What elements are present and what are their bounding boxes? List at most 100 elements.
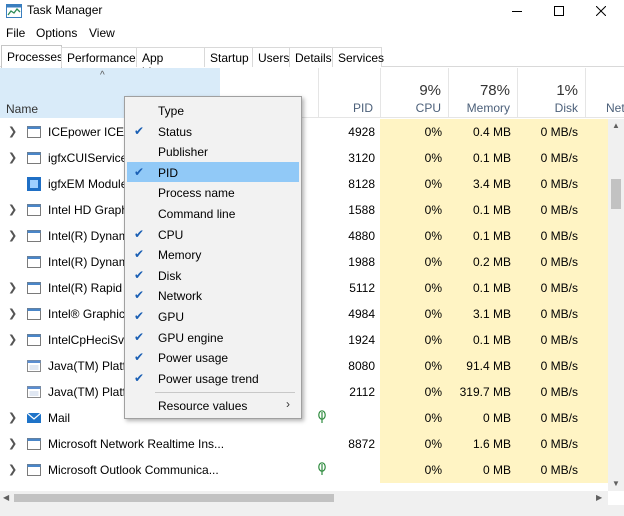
process-disk: 0 MB/s: [540, 333, 578, 347]
chevron-right-icon[interactable]: ❯: [8, 411, 17, 424]
tab-details[interactable]: Details: [289, 47, 333, 67]
process-pid: 5112: [349, 281, 375, 295]
table-row[interactable]: ❯ igfxCUIService M 3120 0% 0.1 MB 0 MB/s: [0, 145, 608, 171]
horizontal-scroll-thumb[interactable]: [14, 494, 334, 502]
process-cpu: 0%: [424, 229, 442, 243]
app-window-icon: [27, 255, 41, 269]
process-pid: 3120: [348, 151, 375, 165]
context-menu-item[interactable]: ✔ GPU: [127, 306, 299, 326]
process-cpu: 0%: [424, 203, 442, 217]
process-pid: 4928: [348, 125, 375, 139]
minimize-button[interactable]: [496, 0, 538, 22]
process-pid: 2112: [349, 385, 375, 399]
context-menu-item[interactable]: ✔ Status: [127, 121, 299, 141]
context-menu-item[interactable]: ✔ Power usage trend: [127, 368, 299, 388]
title-bar[interactable]: Task Manager: [0, 0, 624, 22]
process-memory: 0.1 MB: [472, 229, 511, 243]
vertical-scrollbar[interactable]: ▲ ▼: [608, 119, 624, 491]
table-row[interactable]: ❯ Intel HD Graphi 1588 0% 0.1 MB 0 MB/s: [0, 197, 608, 223]
menu-options[interactable]: Options: [36, 26, 77, 40]
chevron-right-icon[interactable]: ❯: [8, 229, 17, 242]
vertical-scroll-thumb[interactable]: [611, 179, 621, 209]
maximize-button[interactable]: [538, 0, 580, 22]
menu-file[interactable]: File: [6, 26, 25, 40]
chevron-right-icon[interactable]: ❯: [8, 281, 17, 294]
tab-processes[interactable]: Processes: [1, 45, 63, 68]
menu-view[interactable]: View: [89, 26, 115, 40]
scroll-right-icon[interactable]: ▶: [596, 493, 602, 502]
process-name: Intel® Graphics: [48, 307, 131, 321]
table-row[interactable]: ❯ Microsoft Outlook Communica... 0% 0 MB 0 M…: [0, 457, 608, 483]
context-menu-label: PID: [158, 165, 179, 180]
process-name: Java(TM) Platfo: [48, 359, 133, 373]
network-column-label: Net: [606, 101, 624, 115]
table-row[interactable]: ❯ Intel(R) Rapid St 5112 0% 0.1 MB 0 MB/s: [0, 275, 608, 301]
cpu-column-header[interactable]: 9% CPU: [380, 68, 448, 118]
cpu-total-value: 9%: [419, 82, 441, 99]
tab-startup[interactable]: Startup: [204, 47, 253, 67]
table-row[interactable]: ❯ Microsoft Network Realtime Ins... 8872 0%…: [0, 431, 608, 457]
context-menu-item[interactable]: ✔ Network: [127, 285, 299, 305]
tab-services[interactable]: Services: [332, 47, 384, 67]
context-menu-item[interactable]: Type: [127, 100, 299, 120]
table-row[interactable]: Java(TM) Platfo 2112 0% 319.7 MB 0 MB/s: [0, 379, 608, 405]
process-pid: 4984: [348, 307, 375, 321]
context-menu-label: Resource values: [158, 399, 248, 413]
process-disk: 0 MB/s: [540, 385, 578, 399]
context-menu-label: Type: [158, 104, 185, 118]
context-menu-label: Network: [158, 289, 203, 304]
context-menu-item[interactable]: ✔ Disk: [127, 265, 299, 285]
checkmark-icon: ✔: [134, 267, 145, 282]
chevron-right-icon[interactable]: ❯: [8, 203, 17, 216]
table-row[interactable]: ❯ ICEpower ICEso 4928 0% 0.4 MB 0 MB/s: [0, 119, 608, 145]
context-menu-item[interactable]: Process name: [127, 182, 299, 202]
context-menu-label: Power usage trend: [158, 371, 259, 386]
table-row[interactable]: Intel(R) Dynami 1988 0% 0.2 MB 0 MB/s: [0, 249, 608, 275]
memory-column-header[interactable]: 78% Memory: [448, 68, 517, 118]
close-button[interactable]: [580, 0, 622, 22]
chevron-right-icon[interactable]: ❯: [8, 151, 17, 164]
process-pid: 8128: [348, 177, 375, 191]
table-row[interactable]: Java(TM) Platfo 8080 0% 91.4 MB 0 MB/s: [0, 353, 608, 379]
scroll-down-icon[interactable]: ▼: [612, 479, 620, 488]
chevron-right-icon[interactable]: ❯: [8, 437, 17, 450]
context-menu-item[interactable]: Resource values ›: [127, 395, 299, 415]
table-row[interactable]: ❯ Mail 0% 0 MB 0 MB/s: [0, 405, 608, 431]
context-menu-item[interactable]: ✔ Memory: [127, 244, 299, 264]
task-manager-icon: [6, 4, 22, 18]
network-column-header[interactable]: Net: [585, 68, 624, 118]
column-context-menu: Type ✔ Status Publisher ✔ PID Process name Comm…: [124, 96, 302, 419]
chevron-right-icon[interactable]: ❯: [8, 463, 17, 476]
pid-column-header[interactable]: PID: [318, 68, 380, 118]
scroll-up-icon[interactable]: ▲: [612, 121, 620, 130]
disk-column-header[interactable]: 1% Disk: [517, 68, 585, 118]
table-row[interactable]: igfxEM Module 8128 0% 3.4 MB 0 MB/s: [0, 171, 608, 197]
disk-total-value: 1%: [556, 82, 578, 99]
process-memory: 0.1 MB: [472, 281, 511, 295]
table-row[interactable]: ❯ Intel(R) Dynami 4880 0% 0.1 MB 0 MB/s: [0, 223, 608, 249]
chevron-right-icon[interactable]: ❯: [8, 307, 17, 320]
context-menu-label: Status: [158, 124, 193, 139]
checkmark-icon: ✔: [134, 329, 145, 344]
context-menu-item[interactable]: Command line: [127, 203, 299, 223]
table-row[interactable]: ❯ IntelCpHeciSvc 1924 0% 0.1 MB 0 MB/s: [0, 327, 608, 353]
tab-users[interactable]: Users: [252, 47, 290, 67]
context-menu-label: Command line: [158, 207, 236, 221]
context-menu-item[interactable]: ✔ GPU engine: [127, 327, 299, 347]
horizontal-scrollbar[interactable]: ◀ ▶: [0, 491, 608, 505]
context-menu-item[interactable]: ✔ CPU: [127, 224, 299, 244]
context-menu-item[interactable]: ✔ PID: [127, 161, 299, 182]
app-window-icon: [27, 463, 41, 477]
context-menu-item[interactable]: ✔ Power usage: [127, 347, 299, 367]
process-cpu: 0%: [424, 177, 442, 191]
chevron-right-icon[interactable]: ❯: [8, 333, 17, 346]
scroll-left-icon[interactable]: ◀: [3, 493, 9, 502]
tab-performance[interactable]: Performance: [61, 47, 137, 67]
table-row[interactable]: ❯ Intel® Graphics 4984 0% 3.1 MB 0 MB/s: [0, 301, 608, 327]
process-name: Mail: [48, 411, 71, 425]
tab-app-history[interactable]: App history: [136, 47, 205, 79]
context-menu-item[interactable]: Publisher: [127, 141, 299, 161]
process-memory: 319.7 MB: [459, 385, 511, 399]
menu-bar: File Options View: [0, 24, 624, 42]
chevron-right-icon[interactable]: ❯: [8, 125, 17, 138]
